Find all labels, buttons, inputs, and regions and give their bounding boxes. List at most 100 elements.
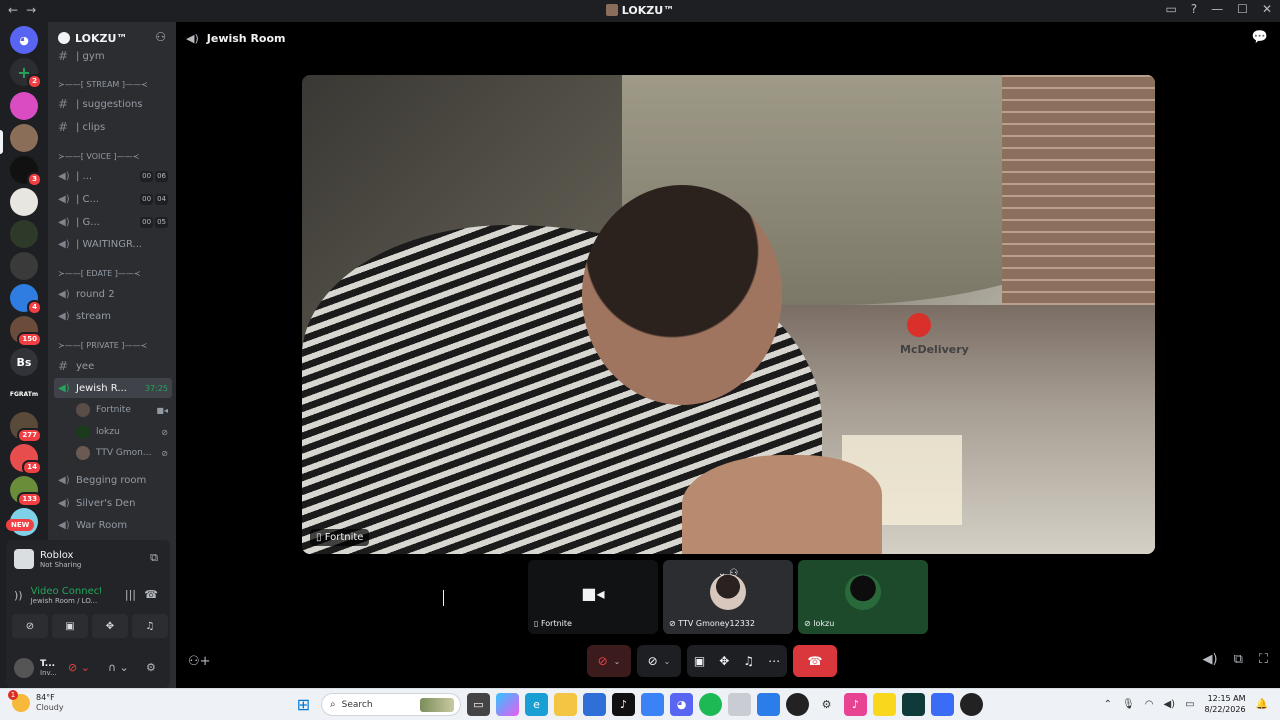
server-icon[interactable] (10, 252, 38, 280)
snapchat-icon[interactable] (873, 693, 896, 716)
voice-channel-2[interactable]: ◀) | C... 00 04 (54, 189, 172, 209)
edge-icon[interactable]: e (525, 693, 548, 716)
category-voice[interactable]: ≻——[ VOICE ]——≺ (58, 152, 139, 161)
voice-channel-stream[interactable]: ◀) stream (54, 306, 172, 326)
participant-tile-ttv[interactable]: ⌄ ⚇ ⊘ TTV Gmoney12332 (663, 560, 793, 634)
store-icon[interactable] (583, 693, 606, 716)
disconnect-icon[interactable]: ☎ (144, 588, 158, 601)
activities-icon[interactable]: ✥ (719, 654, 729, 668)
share-screen-icon[interactable]: ⧉ (150, 551, 158, 565)
server-icon-lokzu[interactable] (10, 124, 38, 152)
screen-share-icon[interactable]: ▣ (694, 654, 705, 668)
disconnect-call-button[interactable]: ☎ (793, 645, 837, 677)
clock[interactable]: 12:15 AM 8/22/2026 (1205, 693, 1246, 715)
close-button[interactable]: ✕ (1262, 2, 1272, 16)
voice-channel-begging[interactable]: ◀) Begging room (54, 470, 172, 490)
voice-channel-1[interactable]: ◀) | ... 00 06 (54, 166, 172, 186)
channel-yee[interactable]: # yee (54, 356, 172, 376)
app-icon[interactable] (960, 693, 983, 716)
file-explorer-icon[interactable] (554, 693, 577, 716)
discord-home-icon[interactable]: ◕ (10, 26, 38, 54)
soundboard-icon[interactable]: ♫ (743, 654, 754, 668)
app-icon[interactable] (728, 693, 751, 716)
fullscreen-icon[interactable]: ⛶ (1259, 652, 1268, 667)
volume-icon[interactable]: ◀) (1163, 699, 1175, 710)
help-icon[interactable]: ? (1191, 2, 1197, 16)
invite-people-icon[interactable]: ⚇ (155, 30, 166, 44)
channel-gym[interactable]: # | gym (54, 46, 172, 66)
minimize-button[interactable]: — (1211, 2, 1223, 16)
main-video-stream[interactable]: McDelivery ▯ Fortnite (302, 75, 1155, 554)
maximize-button[interactable]: ☐ (1237, 2, 1248, 16)
server-icon[interactable] (10, 188, 38, 216)
tile-hover-controls[interactable]: ⌄ ⚇ (663, 568, 793, 579)
user-avatar[interactable] (14, 658, 34, 678)
chevron-down-icon[interactable]: ⌄ (614, 657, 621, 666)
channel-suggestions[interactable]: # | suggestions (54, 94, 172, 114)
app-icon[interactable] (931, 693, 954, 716)
more-icon[interactable]: ⋯ (768, 654, 780, 668)
add-server-icon[interactable]: +2 (10, 58, 42, 89)
voice-member-ttv[interactable]: TTV Gmon... ⊘ (76, 443, 172, 463)
invite-to-voice-icon[interactable]: ⚇+ (188, 654, 211, 669)
screen-share-button[interactable]: ▣ (52, 614, 88, 638)
mute-mic-icon[interactable]: ⊘ ⌄ (68, 661, 90, 674)
capcut-icon[interactable] (902, 693, 925, 716)
channel-clips[interactable]: # | clips (54, 117, 172, 137)
spotify-icon[interactable] (699, 693, 722, 716)
obs-icon[interactable] (786, 693, 809, 716)
wifi-icon[interactable]: ◠ (1145, 699, 1154, 710)
notification-bell-icon[interactable]: 🔔 (1256, 699, 1268, 710)
category-stream[interactable]: ≻——[ STREAM ]——≺ (58, 80, 148, 89)
weather-widget[interactable]: 1 84°F Cloudy (8, 690, 64, 713)
windows-start-icon[interactable]: ⊞ (292, 693, 315, 716)
chevron-up-icon[interactable]: ⌃ (1104, 699, 1112, 710)
camera-off-button[interactable]: ⊘ (12, 614, 48, 638)
pop-out-icon[interactable]: ⧉ (1234, 652, 1243, 667)
tiktok-icon[interactable]: ♪ (612, 693, 635, 716)
chevron-down-icon[interactable]: ⌄ (664, 657, 671, 666)
mic-icon[interactable]: 🎙 (1122, 699, 1135, 710)
chat-icon[interactable]: 💬 (1252, 30, 1268, 45)
noise-suppression-icon[interactable]: ||| (125, 588, 136, 601)
inbox-icon[interactable]: ▭ (1165, 2, 1176, 16)
server-icon-bs[interactable]: Bs (10, 348, 38, 376)
mute-button[interactable]: ⊘ ⌄ (587, 645, 631, 677)
camera-button[interactable]: ⊘ ⌄ (637, 645, 681, 677)
taskbar-search[interactable]: ⌕ Search (321, 693, 461, 716)
voice-member-fortnite[interactable]: Fortnite ■◂ (76, 400, 172, 420)
activities-button[interactable]: ✥ (92, 614, 128, 638)
voice-location[interactable]: Jewish Room / LO... (31, 597, 101, 605)
voice-channel-waiting[interactable]: ◀) | WAITINGR... (54, 234, 172, 254)
settings-gear-icon[interactable]: ⚙ (146, 661, 156, 674)
headphones-icon[interactable]: ∩ ⌄ (108, 661, 129, 674)
voice-channel-round2[interactable]: ◀) round 2 (54, 284, 172, 304)
voice-channel-silvers-den[interactable]: ◀) Silver's Den (54, 493, 172, 513)
voice-channel-war-room[interactable]: ◀) War Room (54, 515, 172, 535)
category-edate[interactable]: ≻——[ EDATE ]——≺ (58, 269, 141, 278)
category-private[interactable]: ≻——[ PRIVATE ]——≺ (58, 341, 147, 350)
discord-taskbar-icon[interactable]: ◕ (670, 693, 693, 716)
participant-tile-lokzu[interactable]: ⊘ lokzu (798, 560, 928, 634)
battery-icon[interactable]: ▭ (1185, 699, 1194, 710)
server-icon[interactable]: 277 (10, 412, 42, 443)
server-icon-fgrat[interactable]: FGRATm (6, 380, 42, 408)
server-icon[interactable] (10, 220, 38, 248)
volume-icon[interactable]: ◀) (1203, 652, 1218, 667)
signal-icon[interactable]: )) (14, 589, 23, 602)
server-icon[interactable]: 133 (10, 476, 42, 507)
soundboard-button[interactable]: ♫ (132, 614, 168, 638)
copilot-icon[interactable] (496, 693, 519, 716)
voice-channel-3[interactable]: ◀) | G... 00 05 (54, 212, 172, 232)
task-view-icon[interactable]: ▭ (467, 693, 490, 716)
voice-channel-jewish-room[interactable]: ◀) Jewish R... 37:25 (54, 378, 172, 398)
voice-member-lokzu[interactable]: lokzu ⊘ (76, 422, 172, 442)
settings-icon[interactable]: ⚙ (815, 693, 838, 716)
server-icon[interactable] (10, 92, 38, 120)
server-icon[interactable]: 150 (10, 316, 42, 347)
tiktok-icon[interactable]: ♪ (844, 693, 867, 716)
participant-tile-fortnite[interactable]: ■◂ ▯ Fortnite (528, 560, 658, 634)
app-icon[interactable] (641, 693, 664, 716)
server-icon[interactable]: 4 (10, 284, 42, 315)
server-icon[interactable]: 14 (10, 444, 42, 475)
